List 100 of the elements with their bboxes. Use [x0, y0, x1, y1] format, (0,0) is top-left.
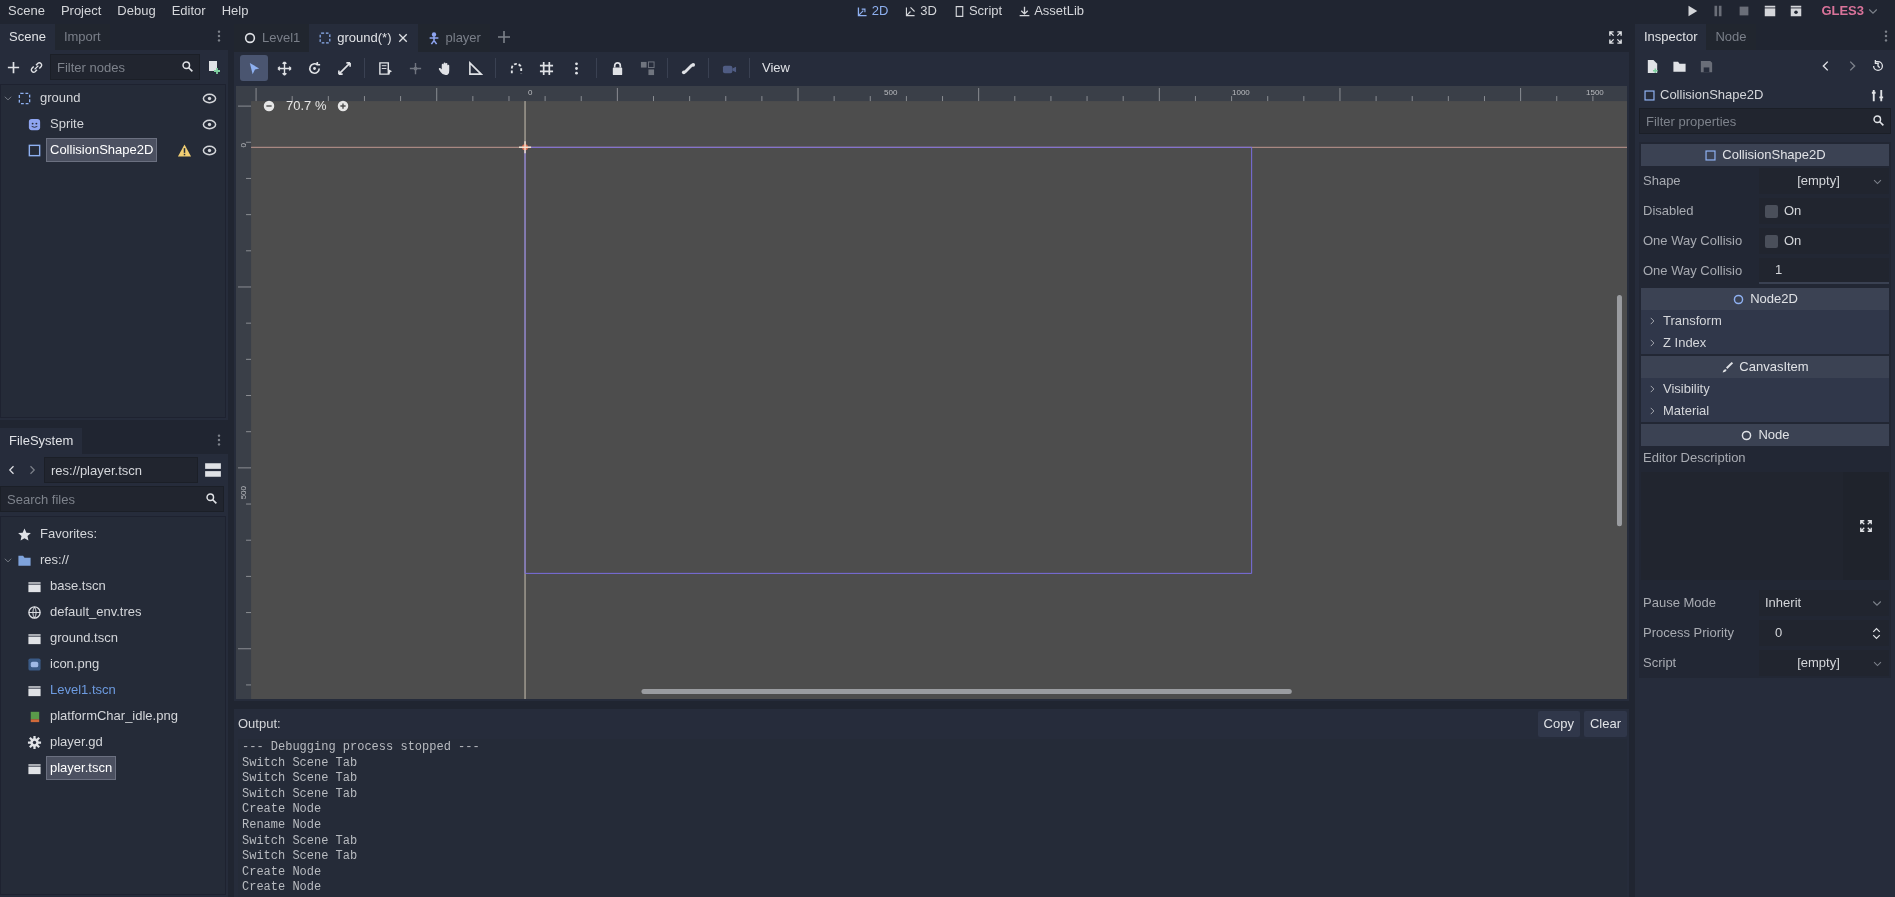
gear-icon — [27, 734, 42, 750]
property-label: Shape — [1642, 172, 1682, 191]
zoom-level: 70.7 % — [286, 97, 327, 115]
log-line: Create Node — [242, 802, 323, 818]
globe-icon — [27, 604, 42, 620]
workspace-tab[interactable]: AssetLib — [1010, 1, 1093, 21]
dropdown[interactable]: Inherit — [1759, 590, 1889, 616]
save-icon[interactable] — [1699, 58, 1714, 74]
property-label: Script — [1642, 654, 1678, 673]
clapperboard-icon[interactable] — [1763, 4, 1778, 18]
plus-icon[interactable] — [6, 59, 21, 75]
filter-field[interactable]: Filter nodes — [50, 54, 200, 80]
script-add-icon[interactable] — [206, 59, 222, 75]
property-label: Disabled — [1642, 202, 1695, 221]
file-item[interactable]: platformChar_idle.png — [46, 704, 182, 728]
search-icon — [1872, 114, 1885, 127]
fullscreen-icon[interactable] — [1859, 519, 1873, 533]
menu-item[interactable]: Project — [52, 1, 110, 21]
star-icon — [17, 526, 32, 542]
menu-item[interactable]: Debug — [109, 1, 164, 21]
file-item[interactable]: player.gd — [46, 730, 107, 754]
log-line: Create Node — [242, 880, 323, 896]
dock-tab[interactable]: Scene — [0, 24, 55, 50]
log-line: Switch Scene Tab — [242, 755, 359, 772]
cursor-icon[interactable] — [240, 55, 268, 81]
square-icon — [27, 142, 42, 158]
menu-item[interactable]: Editor — [163, 1, 214, 21]
dock-tab[interactable]: FileSystem — [0, 428, 83, 454]
category-title: CanvasItem — [1739, 358, 1809, 377]
new-file-icon[interactable] — [1645, 58, 1660, 74]
property-group[interactable]: Material — [1641, 400, 1889, 422]
file-item[interactable]: res:// — [36, 548, 73, 572]
search-icon — [205, 492, 218, 505]
log-line: Create Node — [242, 864, 323, 881]
view-menu[interactable]: View — [756, 55, 796, 81]
clapperboard-icon[interactable] — [1789, 4, 1804, 18]
node-item[interactable]: Sprite — [46, 112, 88, 136]
ruler-label: 500 — [884, 87, 898, 99]
history-icon[interactable] — [1871, 59, 1885, 73]
menu-item[interactable]: Help — [213, 1, 257, 21]
file-item[interactable]: ground.tscn — [46, 626, 122, 650]
close-icon[interactable] — [396, 32, 409, 44]
dropdown[interactable]: [empty] — [1759, 650, 1889, 676]
chevron-down-icon[interactable] — [3, 555, 13, 565]
renderer-dropdown[interactable]: GLES3 — [1813, 1, 1887, 21]
number-field[interactable]: 1 — [1759, 258, 1889, 284]
document-tab[interactable]: ground(*) — [309, 24, 418, 52]
circle-icon — [1740, 428, 1754, 442]
workspace-tab[interactable]: 3D — [896, 1, 945, 21]
zoom-out-icon[interactable] — [262, 98, 276, 113]
vertical-scrollbar[interactable] — [1616, 295, 1622, 527]
property-group[interactable]: Visibility — [1641, 378, 1889, 400]
log-line: Rename Node — [242, 817, 323, 834]
horizontal-scrollbar[interactable] — [641, 688, 1292, 694]
file-item[interactable]: icon.png — [46, 652, 104, 676]
checkbox[interactable]: On — [1759, 198, 1889, 224]
ruler-label: 0 — [528, 87, 533, 99]
ruler-label: 1500 — [1586, 87, 1604, 99]
split-view-icon[interactable] — [204, 461, 222, 479]
file-item[interactable]: Favorites: — [36, 522, 102, 546]
download-icon — [1018, 4, 1032, 18]
checkbox[interactable]: On — [1759, 228, 1889, 254]
dropdown[interactable]: [empty] — [1759, 168, 1889, 194]
dashed-square-icon — [17, 90, 32, 106]
file-item[interactable]: Level1.tscn — [46, 678, 120, 702]
node-item[interactable]: CollisionShape2D — [46, 138, 158, 162]
node-item[interactable]: ground — [36, 86, 85, 110]
up-down-arrows-icon — [1870, 626, 1883, 640]
property-label: Process Priority — [1642, 624, 1736, 643]
log-line: Switch Scene Tab — [242, 833, 359, 850]
settings-icon[interactable] — [1870, 87, 1885, 103]
fullscreen-icon[interactable] — [1608, 29, 1623, 45]
property-label: One Way Collisio — [1642, 262, 1744, 281]
dock-tab[interactable]: Inspector — [1635, 24, 1707, 50]
node-name: CollisionShape2D — [1660, 86, 1765, 105]
file-item[interactable]: default_env.tres — [46, 600, 146, 624]
output-button[interactable]: Clear — [1583, 711, 1627, 737]
path-field[interactable]: res://player.tscn — [44, 457, 198, 483]
filter-field[interactable]: Filter properties — [1639, 108, 1891, 134]
log-line: Switch Scene Tab — [242, 849, 359, 865]
2d-axes-icon — [855, 4, 869, 18]
spin-box[interactable]: 0 — [1759, 620, 1889, 646]
property-group[interactable]: Transform — [1641, 310, 1889, 332]
output-button[interactable]: Copy — [1537, 711, 1580, 737]
workspace-tab[interactable]: 2D — [847, 1, 897, 21]
link-icon[interactable] — [29, 59, 44, 75]
property-label: One Way Collisio — [1642, 232, 1744, 251]
zoom-in-icon[interactable] — [336, 98, 351, 113]
file-item[interactable]: base.tscn — [46, 574, 110, 598]
search-field[interactable]: Search files — [0, 486, 224, 512]
menu-item[interactable]: Scene — [0, 1, 53, 21]
file-item[interactable]: player.tscn — [46, 756, 117, 780]
ruler-label: 500 — [238, 486, 249, 500]
workspace-tab[interactable]: Script — [944, 1, 1011, 21]
search-icon — [181, 60, 194, 73]
property-group[interactable]: Z Index — [1641, 332, 1889, 354]
dashed-square-icon — [318, 31, 333, 45]
robot-icon — [27, 656, 42, 672]
chevron-down-icon[interactable] — [3, 93, 13, 103]
square-icon — [1704, 148, 1718, 162]
